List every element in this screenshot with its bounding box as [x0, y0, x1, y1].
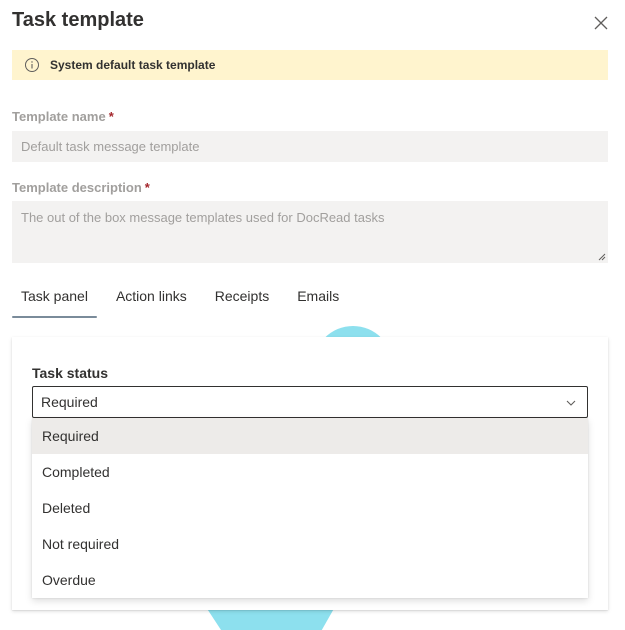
tab-task-panel[interactable]: Task panel: [12, 280, 97, 318]
close-icon[interactable]: [590, 12, 612, 34]
chevron-down-icon: [566, 400, 576, 406]
task-status-menu: Required Completed Deleted Not required …: [32, 418, 588, 598]
task-status-selected: Required: [41, 394, 98, 410]
task-status-label: Task status: [32, 365, 108, 381]
template-name-value: Default task message template: [21, 139, 200, 154]
panel-title: Task template: [12, 9, 144, 31]
template-description-label-text: Template description: [12, 180, 142, 195]
banner-text: System default task template: [50, 58, 216, 72]
required-marker: *: [144, 180, 150, 195]
task-status-dropdown[interactable]: Required: [32, 386, 588, 418]
tab-receipts[interactable]: Receipts: [206, 280, 278, 318]
template-description-field[interactable]: The out of the box message templates use…: [12, 201, 608, 263]
option-required[interactable]: Required: [32, 418, 588, 454]
tab-bar: Task panel Action links Receipts Emails: [12, 280, 358, 318]
info-icon: [24, 57, 40, 73]
template-name-label-text: Template name: [12, 109, 106, 124]
template-name-label: Template name *: [12, 109, 114, 124]
resize-grip-icon[interactable]: [598, 253, 606, 261]
option-not-required[interactable]: Not required: [32, 526, 588, 562]
info-banner: System default task template: [12, 50, 608, 80]
tab-emails[interactable]: Emails: [288, 280, 348, 318]
template-description-label: Template description *: [12, 180, 150, 195]
tab-action-links[interactable]: Action links: [107, 280, 196, 318]
option-deleted[interactable]: Deleted: [32, 490, 588, 526]
template-name-field[interactable]: Default task message template: [12, 131, 608, 162]
close-button[interactable]: [590, 12, 612, 34]
template-description-value: The out of the box message templates use…: [21, 210, 385, 225]
option-completed[interactable]: Completed: [32, 454, 588, 490]
required-marker: *: [108, 109, 114, 124]
option-overdue[interactable]: Overdue: [32, 562, 588, 598]
